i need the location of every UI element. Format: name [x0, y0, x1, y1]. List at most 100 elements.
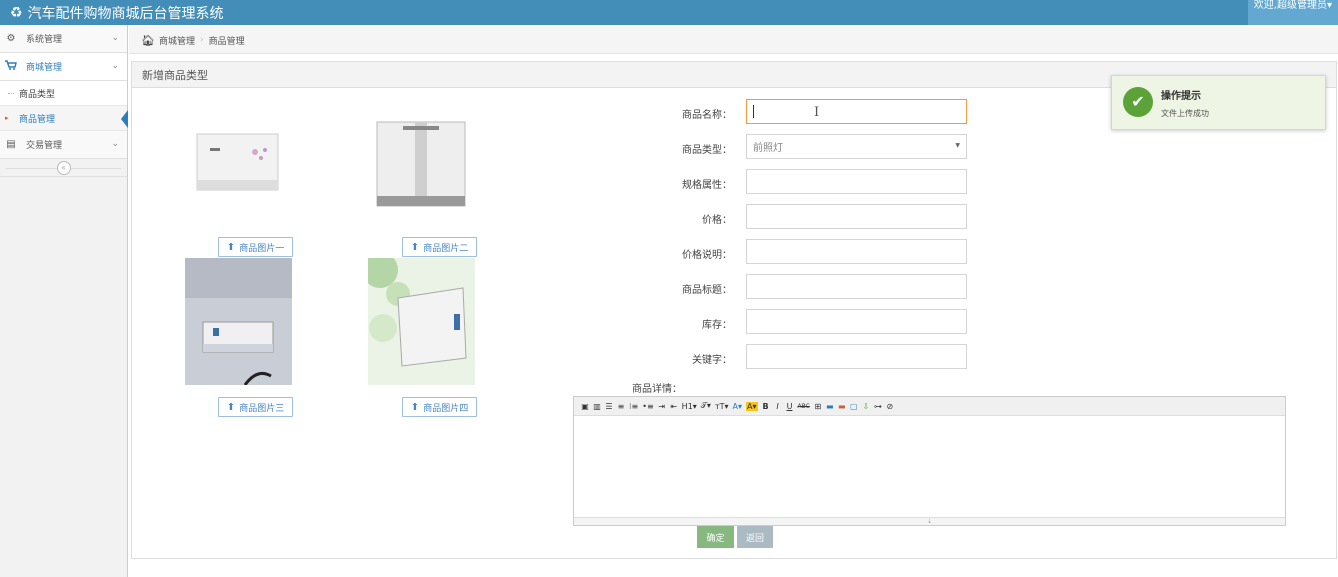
- upload-image-2-button[interactable]: ⬆ 商品图片二: [402, 237, 477, 257]
- product-name-input[interactable]: I: [746, 99, 967, 124]
- chevron-down-icon: ⌄: [111, 33, 119, 43]
- table-icon[interactable]: ⊞: [814, 402, 822, 411]
- gears-icon: ⚙: [6, 33, 16, 44]
- chevron-down-icon: ⌄: [111, 61, 119, 71]
- sidebar-collapse: «: [0, 159, 127, 177]
- strikethrough-icon[interactable]: ABC: [798, 403, 810, 410]
- label-keywords: 关键字：: [692, 355, 732, 366]
- upload-button-label: 商品图片三: [239, 403, 285, 414]
- toast-message: 文件上传成功: [1161, 109, 1209, 118]
- bold-icon[interactable]: B: [762, 402, 770, 411]
- recycle-icon: ♻: [10, 5, 23, 21]
- sidebar-item-trade[interactable]: ▤ 交易管理 ⌄: [0, 131, 127, 159]
- label-product-type: 商品类型：: [682, 145, 732, 156]
- upload-image-1-button[interactable]: ⬆ 商品图片一: [218, 237, 293, 257]
- confirm-button[interactable]: 确定: [697, 526, 734, 548]
- toast-title: 操作提示: [1161, 91, 1201, 102]
- label-product-title: 商品标题：: [682, 285, 732, 296]
- upload-icon: ⬆: [410, 401, 420, 413]
- link-icon[interactable]: ⊶: [874, 402, 882, 411]
- breadcrumb-item-current: 商品管理: [208, 36, 245, 47]
- app-title: 汽车配件购物商城后台管理系统: [27, 6, 224, 22]
- back-button[interactable]: 返回: [737, 526, 773, 548]
- sidebar: ⚙ 系统管理 ⌄ 商城管理 ⌄ 商品类型 ▸ 商品管理 ▤ 交易管理 ⌄ «: [0, 25, 128, 577]
- editor-resize-bar[interactable]: ⇣: [574, 517, 1285, 525]
- sidebar-subitem-product-management[interactable]: ▸ 商品管理: [0, 106, 128, 131]
- breadcrumb-separator: ›: [199, 35, 204, 45]
- font-size-icon[interactable]: тT▾: [715, 402, 729, 411]
- product-image-2: [375, 120, 467, 212]
- upload-icon: ⬆: [410, 241, 420, 253]
- underline-icon[interactable]: U: [786, 402, 794, 411]
- price-note-input[interactable]: [746, 239, 967, 264]
- product-title-input[interactable]: [746, 274, 967, 299]
- price-input[interactable]: [746, 204, 967, 229]
- image-icon[interactable]: ▬: [826, 402, 834, 411]
- heading-icon[interactable]: H1▾: [682, 402, 697, 411]
- tree-line: [8, 93, 14, 94]
- product-image-1: [195, 130, 280, 194]
- font-color-icon[interactable]: A▾: [733, 402, 743, 411]
- caret-down-icon: ▼: [955, 142, 960, 149]
- ibeam-cursor-icon: I: [814, 105, 820, 120]
- upload-image-3-button[interactable]: ⬆ 商品图片三: [218, 397, 293, 417]
- template-icon[interactable]: ▥: [593, 402, 601, 411]
- product-type-select[interactable]: 前照灯 ▼: [746, 134, 967, 159]
- media-icon[interactable]: ▬: [838, 402, 846, 411]
- sidebar-subitem-label: 商品类型: [19, 89, 56, 100]
- upload-button-label: 商品图片二: [423, 243, 469, 254]
- justify-icon[interactable]: ≡: [617, 402, 625, 411]
- label-product-name: 商品名称：: [682, 110, 732, 121]
- indent-icon[interactable]: ⇥: [658, 402, 666, 411]
- source-icon[interactable]: ▣: [581, 402, 589, 411]
- chevron-down-icon: ⌄: [111, 139, 119, 149]
- sidebar-item-label: 系统管理: [26, 35, 63, 45]
- user-menu[interactable]: 欢迎,超级管理员▾: [1247, 0, 1338, 25]
- outdent-icon[interactable]: ⇤: [670, 402, 678, 411]
- label-spec: 规格属性：: [682, 180, 732, 191]
- editor-toolbar: ▣ ▥ ☰ ≡ ⁝≡ •≡ ⇥ ⇤ H1▾ 𝒯▾ тT▾ A▾ A▾ B I U…: [574, 397, 1285, 416]
- label-product-detail: 商品详情：: [632, 384, 682, 395]
- sidebar-item-mall[interactable]: 商城管理 ⌄: [0, 53, 127, 81]
- frame-icon[interactable]: ▢: [850, 402, 858, 411]
- sidebar-item-label: 商城管理: [26, 63, 63, 73]
- highlight-icon[interactable]: A▾: [746, 401, 758, 411]
- spec-input[interactable]: [746, 169, 967, 194]
- success-toast[interactable]: ✔ 操作提示 文件上传成功: [1111, 75, 1326, 130]
- breadcrumb-item[interactable]: 商城管理: [159, 34, 195, 47]
- keywords-input[interactable]: [746, 344, 967, 369]
- sidebar-item-system[interactable]: ⚙ 系统管理 ⌄: [0, 25, 127, 53]
- label-price-note: 价格说明：: [682, 250, 732, 261]
- upload-button-label: 商品图片一: [239, 243, 285, 254]
- cart-icon: [4, 60, 18, 73]
- align-left-icon[interactable]: ☰: [605, 402, 613, 411]
- sidebar-subitem-product-types[interactable]: 商品类型: [0, 81, 127, 106]
- caret-right-icon: ▸: [5, 114, 9, 122]
- product-type-selected: 前照灯: [753, 143, 783, 154]
- active-indicator: [121, 110, 128, 128]
- rich-text-editor[interactable]: ▣ ▥ ☰ ≡ ⁝≡ •≡ ⇥ ⇤ H1▾ 𝒯▾ тT▾ A▾ A▾ B I U…: [573, 396, 1286, 526]
- unordered-list-icon[interactable]: •≡: [642, 402, 653, 411]
- home-icon[interactable]: 🏠︎: [141, 34, 155, 47]
- collapse-sidebar-button[interactable]: «: [56, 160, 71, 175]
- editor-content-area[interactable]: [574, 416, 1285, 517]
- unlink-icon[interactable]: ⊘: [886, 402, 894, 411]
- stock-input[interactable]: [746, 309, 967, 334]
- ordered-list-icon[interactable]: ⁝≡: [629, 402, 638, 411]
- product-image-3: [185, 258, 292, 385]
- brand[interactable]: ♻ 汽车配件购物商城后台管理系统: [10, 3, 224, 23]
- hr-icon[interactable]: ⇩: [862, 402, 870, 411]
- product-image-4: [368, 258, 475, 385]
- upload-button-label: 商品图片四: [423, 403, 469, 414]
- font-family-icon[interactable]: 𝒯▾: [701, 401, 711, 411]
- label-price: 价格：: [702, 215, 732, 226]
- italic-icon[interactable]: I: [774, 402, 782, 411]
- top-navbar: ♻ 汽车配件购物商城后台管理系统 欢迎,超级管理员▾: [0, 0, 1338, 25]
- list-icon: ▤: [6, 139, 16, 150]
- upload-image-4-button[interactable]: ⬆ 商品图片四: [402, 397, 477, 417]
- upload-icon: ⬆: [226, 241, 236, 253]
- sidebar-subitem-label: 商品管理: [19, 114, 56, 125]
- breadcrumb: 🏠︎ 商城管理 › 商品管理: [129, 27, 1338, 54]
- text-cursor: [753, 105, 754, 118]
- sidebar-item-label: 交易管理: [26, 141, 63, 151]
